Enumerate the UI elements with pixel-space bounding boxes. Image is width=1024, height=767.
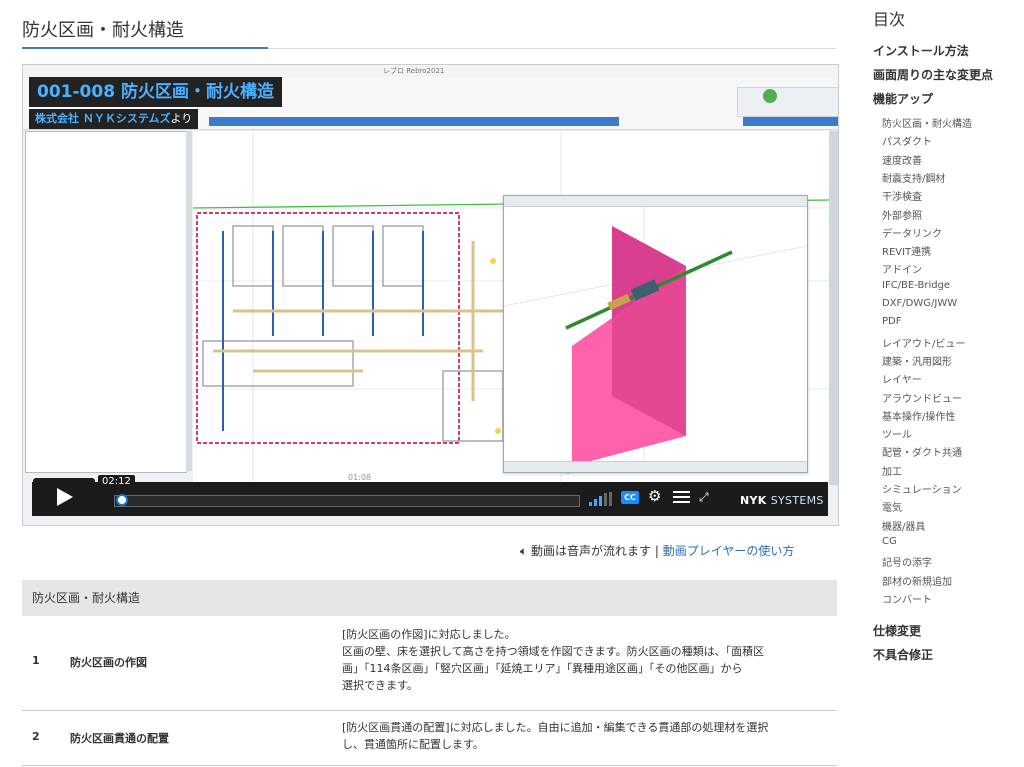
- desc-line: 選択できます。: [342, 679, 418, 692]
- audio-note-text: 動画は音声が流れます: [531, 544, 652, 558]
- company-suffix: より: [170, 112, 193, 125]
- toc-subitem[interactable]: 防火区画・耐火構造: [882, 115, 972, 130]
- toc-subitem[interactable]: 加工: [882, 463, 902, 478]
- separator: |: [654, 544, 659, 558]
- video-overlay-title: 001-008 防火区画・耐火構造: [29, 77, 282, 107]
- toc-item-features[interactable]: 機能アップ: [873, 90, 933, 107]
- desc-line: し、貫通箇所に配置します。: [342, 738, 484, 751]
- app-right-strip: [829, 131, 838, 485]
- toc-item-bugfix[interactable]: 不具合修正: [873, 646, 933, 663]
- 3d-view-window: [503, 195, 808, 473]
- brand-logo: NYK SYSTEMS: [740, 494, 824, 507]
- toc-subitem[interactable]: DXF/DWG/JWW: [882, 298, 957, 309]
- toc-subitem[interactable]: PDF: [882, 316, 901, 327]
- cc-button[interactable]: CC: [621, 491, 639, 504]
- toc-subitem[interactable]: 部材の新規追加: [882, 573, 952, 588]
- audio-note: 🔈︎ 動画は音声が流れます | 動画プレイヤーの使い方: [520, 542, 794, 559]
- row-name: 防火区画の作図: [70, 656, 147, 669]
- desc-line: 画」「114条区画」「竪穴区画」「延焼エリア」「異種用途区画」「その他区画」から: [342, 662, 743, 675]
- toc-subitem[interactable]: レイヤー: [882, 371, 922, 386]
- brand-rest: SYSTEMS: [770, 494, 824, 507]
- play-button[interactable]: [33, 478, 95, 516]
- fullscreen-icon[interactable]: ⤢: [699, 490, 713, 504]
- toc-subitem[interactable]: 基本操作/操作性: [882, 408, 955, 423]
- row-number: 2: [32, 730, 40, 743]
- toc-item-install[interactable]: インストール方法: [873, 42, 969, 59]
- toc-item-spec-change[interactable]: 仕様変更: [873, 622, 921, 639]
- desc-line: [防火区画貫通の配置]に対応しました。自由に追加・編集できる貫通部の処理材を選択: [342, 721, 769, 734]
- toc-subitem[interactable]: REVIT連携: [882, 243, 931, 258]
- video-frame[interactable]: レブロ Rebro2021 01:08 001-008 防火区画・耐火構造 株式…: [22, 64, 839, 526]
- video-overlay-subtitle: 株式会社 ＮＹＫシステムズより: [29, 109, 199, 129]
- table-row: 2 防火区画貫通の配置 [防火区画貫通の配置]に対応しました。自由に追加・編集で…: [22, 711, 837, 766]
- ribbon-green-icon: [763, 89, 777, 103]
- player-help-link[interactable]: 動画プレイヤーの使い方: [663, 544, 795, 558]
- toc-subitem[interactable]: 耐震支持/鋼材: [882, 170, 945, 185]
- app-status-bar: [23, 515, 838, 525]
- row-description: [防火区画貫通の配置]に対応しました。自由に追加・編集できる貫通部の処理材を選択…: [342, 719, 832, 753]
- toc-subitem[interactable]: 機器/器具: [882, 518, 925, 533]
- app-title: レブロ Rebro2021: [383, 67, 445, 75]
- speaker-icon: 🔈︎: [520, 544, 528, 558]
- toc-subitem[interactable]: 干渉検査: [882, 188, 922, 203]
- chapters-list-icon[interactable]: [673, 490, 690, 504]
- app-side-panel: [25, 131, 187, 473]
- toc-subitem[interactable]: 建築・汎用図形: [882, 353, 952, 368]
- progress-handle[interactable]: [116, 494, 128, 506]
- toc-subitem[interactable]: レイアウト/ビュー: [882, 335, 965, 350]
- toc-subitem[interactable]: シミュレーション: [882, 481, 962, 496]
- row-number: 1: [32, 654, 40, 667]
- ribbon-group-bar-right: [743, 117, 838, 126]
- ribbon-group-bar: [209, 117, 619, 126]
- toc-subitem[interactable]: 配管・ダクト共通: [882, 444, 962, 459]
- app-side-strip: [186, 131, 192, 471]
- table-row: 1 防火区画の作図 [防火区画の作図]に対応しました。 区画の壁、床を選択して高…: [22, 616, 837, 711]
- toc-subitem[interactable]: コンバート: [882, 591, 932, 606]
- toc-subitem[interactable]: データリンク: [882, 225, 942, 240]
- brand-bold: NYK: [740, 494, 767, 507]
- toc-subitem[interactable]: 記号の添字: [882, 554, 932, 569]
- toc-subitem[interactable]: パスダクト: [882, 133, 932, 148]
- toc-subitem[interactable]: IFC/BE-Bridge: [882, 280, 950, 291]
- title-accent-line: [22, 47, 268, 49]
- cad-timestamp: 01:08: [348, 473, 371, 482]
- row-description: [防火区画の作図]に対応しました。 区画の壁、床を選択して高さを持つ領域を作図で…: [342, 626, 832, 694]
- 3d-wall-view: [504, 206, 807, 472]
- desc-line: [防火区画の作図]に対応しました。: [342, 628, 516, 641]
- ribbon-tools-panel: [737, 87, 838, 117]
- company-name: 株式会社 ＮＹＫシステムズ: [35, 112, 171, 125]
- 3d-view-toolbar: [504, 461, 807, 472]
- toc-item-screen-changes[interactable]: 画面周りの主な変更点: [873, 66, 993, 83]
- progress-bar[interactable]: [114, 495, 580, 507]
- toc-subitem[interactable]: 外部参照: [882, 207, 922, 222]
- toc-title: 目次: [873, 10, 906, 29]
- row-name: 防火区画貫通の配置: [70, 732, 169, 745]
- desc-line: 区画の壁、床を選択して高さを持つ領域を作図できます。防火区画の種類は、「面積区: [342, 645, 765, 658]
- toc-subitem[interactable]: ツール: [882, 426, 912, 441]
- page-title: 防火区画・耐火構造: [22, 20, 184, 41]
- toc-subitem[interactable]: 電気: [882, 499, 902, 514]
- toc-subitem[interactable]: アラウンドビュー: [882, 390, 962, 405]
- table-header: 防火区画・耐火構造: [22, 580, 837, 616]
- toc-subitem[interactable]: アドイン: [882, 261, 922, 276]
- toc-subitem[interactable]: 速度改善: [882, 152, 922, 167]
- toc-subitem[interactable]: CG: [882, 536, 897, 547]
- settings-gear-icon[interactable]: ⚙: [648, 488, 664, 504]
- volume-icon[interactable]: [589, 492, 613, 506]
- time-indicator: 02:12: [98, 475, 135, 488]
